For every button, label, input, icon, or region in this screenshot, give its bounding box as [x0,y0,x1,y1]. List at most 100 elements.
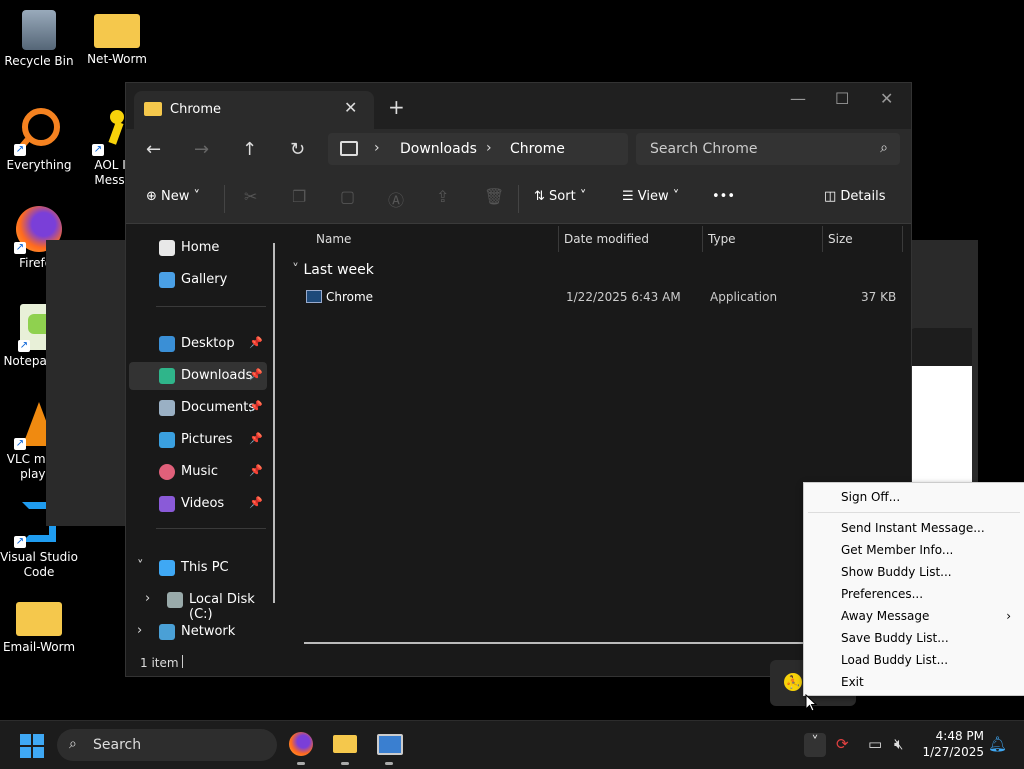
minimize-button[interactable]: — [790,89,806,108]
breadcrumb-chrome[interactable]: Chrome [510,141,565,157]
pin-icon[interactable]: 📌 [249,496,263,509]
cut-icon[interactable]: ✂ [244,187,257,206]
back-button[interactable]: ← [146,139,161,160]
address-bar[interactable]: › Downloads › Chrome [328,133,628,165]
menu-item-preferences[interactable]: Preferences... [841,587,923,607]
more-options-button[interactable]: ••• [712,189,735,204]
documents-icon [159,400,175,416]
running-indicator [341,762,349,765]
menu-item-sign-off[interactable]: Sign Off... [841,490,900,510]
sort-label: Sort [549,189,576,204]
show-hidden-icons-chevron[interactable]: ˅ [804,733,826,757]
new-button[interactable]: ⊕ New ˅ [146,189,200,204]
column-header-date[interactable]: Date modified [564,232,649,246]
network-icon [159,624,175,640]
sidebar-label: Network [181,624,236,639]
forward-button[interactable]: → [194,139,209,160]
horizontal-scrollbar[interactable] [304,642,804,644]
copy-icon[interactable]: ❐ [292,187,306,206]
desktop-icon-label: Recycle Bin [4,54,74,68]
chevron-down-icon[interactable]: ˅ [137,559,144,574]
sidebar-item-desktop[interactable]: Desktop 📌 [129,330,267,358]
column-header-name[interactable]: Name [316,232,351,246]
title-bar: Chrome ✕ + — ☐ ✕ [126,83,911,129]
menu-item-member-info[interactable]: Get Member Info... [841,543,953,563]
chevron-down-icon: ˅ [292,262,299,278]
search-input[interactable]: Search Chrome ⌕ [636,133,900,165]
sync-icon[interactable]: ⟳ [836,735,849,753]
taskbar-remote-app[interactable] [374,729,404,765]
desktop-icon-everything[interactable]: ↗ Everything [0,108,78,173]
delete-icon[interactable]: 🗑 [484,187,504,206]
menu-item-away-message[interactable]: Away Message [841,609,929,629]
command-bar: ⊕ New ˅ ✂ ❐ ▢ Ⓐ ⇪ 🗑 ⇅ Sort ˅ ☰ View ˅ ••… [126,175,911,224]
sidebar-scrollbar[interactable] [273,243,275,603]
details-button[interactable]: ◫ Details [824,189,886,204]
pin-icon[interactable]: 📌 [249,432,263,445]
column-header-type[interactable]: Type [708,232,736,246]
menu-item-show-buddy-list[interactable]: Show Buddy List... [841,565,952,585]
start-button[interactable] [20,734,44,758]
maximize-button[interactable]: ☐ [835,89,849,108]
group-header[interactable]: ˅ Last week [292,262,374,278]
sidebar-item-documents[interactable]: Documents 📌 [129,394,267,422]
pin-icon[interactable]: 📌 [249,400,263,413]
up-button[interactable]: ↑ [242,139,257,160]
system-clock[interactable]: 4:48 PM 1/27/2025 [918,728,984,760]
explorer-tab[interactable]: Chrome ✕ [134,91,374,129]
close-window-button[interactable]: ✕ [880,89,893,108]
sidebar-item-home[interactable]: Home [129,234,267,262]
desktop-icon [159,336,175,352]
volume-muted-icon[interactable]: 🔇︎ [894,735,903,753]
menu-item-save-buddy-list[interactable]: Save Buddy List... [841,631,949,651]
navigation-bar: ← → ↑ ↻ › Downloads › Chrome Search Chro… [126,129,911,175]
desktop-icon-label: Everything [6,158,72,172]
pin-icon[interactable]: 📌 [249,368,263,381]
file-date: 1/22/2025 6:43 AM [566,290,681,304]
view-button[interactable]: ☰ View ˅ [622,189,679,204]
pin-icon[interactable]: 📌 [249,464,263,477]
sidebar-item-pictures[interactable]: Pictures 📌 [129,426,267,454]
paste-icon[interactable]: ▢ [340,187,355,206]
sidebar-item-music[interactable]: Music 📌 [129,458,267,486]
desktop-icon-recycle-bin[interactable]: Recycle Bin [0,10,78,69]
sidebar-item-network[interactable]: › Network [129,618,267,646]
sidebar-item-downloads[interactable]: Downloads 📌 [129,362,267,390]
menu-item-load-buddy-list[interactable]: Load Buddy List... [841,653,948,673]
table-row[interactable]: Chrome 1/22/2025 6:43 AM Application 37 … [304,286,904,310]
divider [182,655,183,668]
chevron-right-icon[interactable]: › [137,623,142,638]
breadcrumb-downloads[interactable]: Downloads [400,141,477,157]
shortcut-arrow-icon: ↗ [14,438,26,450]
sidebar-label: This PC [181,560,229,575]
menu-item-send-im[interactable]: Send Instant Message... [841,521,985,541]
desktop-icon-email-worm[interactable]: Email-Worm [0,598,78,655]
desktop-icon-net-worm[interactable]: Net-Worm [78,10,156,67]
rename-icon[interactable]: Ⓐ [388,187,404,211]
aim-tray-icon[interactable]: ⛹ [784,673,802,691]
chevron-right-icon[interactable]: › [145,591,150,606]
sidebar-item-this-pc[interactable]: ˅ This PC [129,554,267,582]
sidebar-item-videos[interactable]: Videos 📌 [129,490,267,518]
sidebar-item-gallery[interactable]: Gallery [129,266,267,294]
new-tab-button[interactable]: + [388,95,405,119]
notification-bell-icon[interactable]: 🔔︎ [988,735,1007,753]
close-tab-icon[interactable]: ✕ [344,98,357,117]
desktop-icon-label: Email-Worm [2,640,76,654]
sidebar-item-local-disk[interactable]: › Local Disk (C:) [137,586,275,622]
refresh-button[interactable]: ↻ [290,139,305,160]
folder-icon [144,102,162,116]
pin-icon[interactable]: 📌 [249,336,263,349]
column-header-size[interactable]: Size [828,232,853,246]
menu-item-exit[interactable]: Exit [841,675,864,695]
taskbar-file-explorer[interactable] [330,729,360,765]
sort-button[interactable]: ⇅ Sort ˅ [534,189,586,204]
taskbar-search-input[interactable]: ⌕ Search [57,729,277,761]
shortcut-arrow-icon: ↗ [14,536,26,548]
folder-icon [94,14,140,48]
taskbar-firefox[interactable] [286,729,316,765]
display-icon[interactable]: ▭ [868,735,882,753]
pictures-icon [159,432,175,448]
share-icon[interactable]: ⇪ [436,187,449,206]
recycle-bin-icon [22,10,56,50]
